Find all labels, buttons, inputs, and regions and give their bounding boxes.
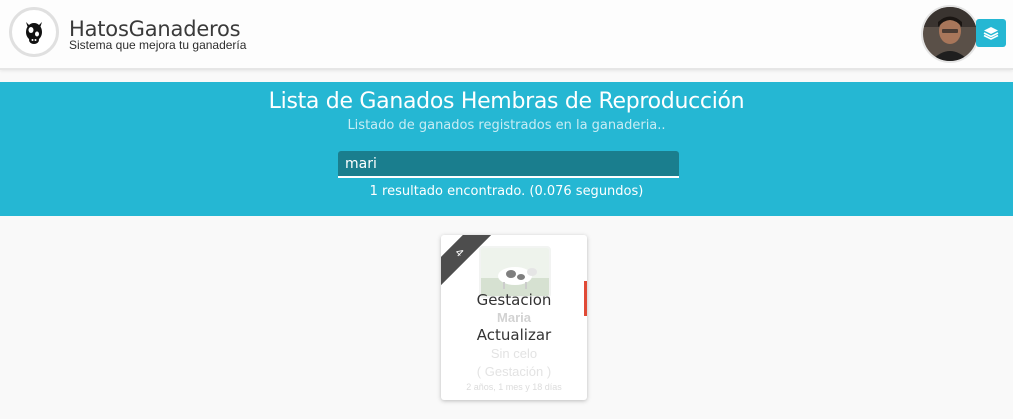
card-status: Gestacion <box>476 291 552 309</box>
page-subtitle: Listado de ganados registrados en la gan… <box>347 118 666 133</box>
card-phase: ( Gestación ) <box>476 364 552 379</box>
cattle-card[interactable]: 4 Gestacion Maria Actualizar Sin celo ( … <box>441 235 587 400</box>
layers-icon <box>983 27 999 40</box>
brand-subtitle: Sistema que mejora tu ganadería <box>69 38 247 52</box>
search-input[interactable] <box>338 151 679 178</box>
result-count: 1 resultado encontrado. (0.076 segundos) <box>369 184 644 199</box>
update-link[interactable]: Actualizar <box>441 326 587 344</box>
logo[interactable] <box>9 7 59 57</box>
user-avatar[interactable] <box>921 5 979 63</box>
user-avatar-icon <box>923 7 977 61</box>
cow-photo-icon <box>481 248 549 296</box>
card-age: 2 años, 1 mes y 18 días <box>466 382 562 392</box>
page-banner: Lista de Ganados Hembras de Reproducción… <box>0 82 1013 216</box>
ribbon-number: 4 <box>452 246 466 260</box>
cow-icon <box>26 22 42 44</box>
top-header: HatosGanaderos Sistema que mejora tu gan… <box>0 0 1013 70</box>
card-celo-status: Sin celo <box>490 346 538 361</box>
layers-button[interactable] <box>976 19 1006 47</box>
card-name: Maria <box>497 310 531 325</box>
page-title: Lista de Ganados Hembras de Reproducción <box>268 89 745 114</box>
